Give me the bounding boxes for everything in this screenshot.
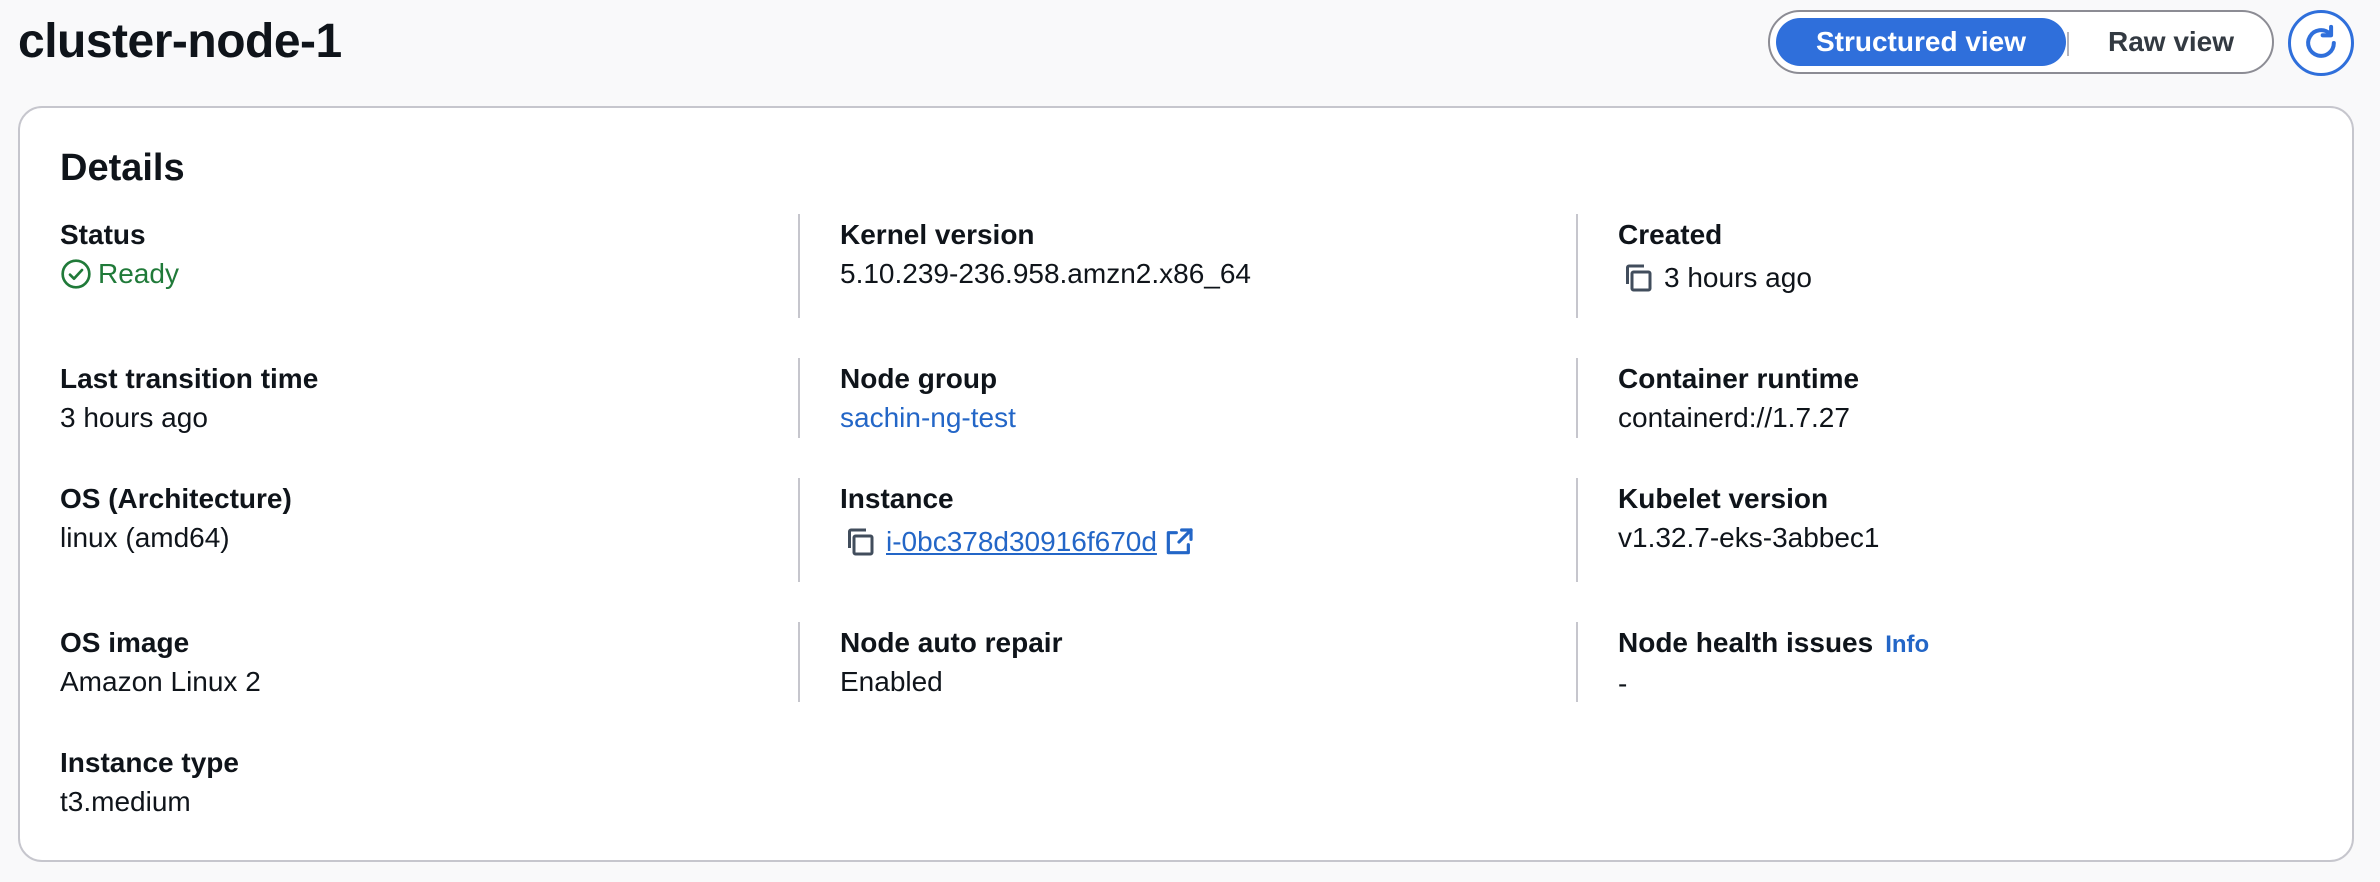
node-auto-repair-value: Enabled [840,666,943,697]
column-divider [798,622,800,702]
created-text: 3 hours ago [1664,262,1812,293]
os-image-field: OS image Amazon Linux 2 [60,624,261,702]
status-field: Status Ready [60,216,179,294]
node-auto-repair-field: Node auto repair Enabled [840,624,1062,702]
status-value: Ready [60,254,179,294]
instance-id-link[interactable]: i-0bc378d30916f670d [886,522,1157,562]
os-architecture-value: linux (amd64) [60,522,230,553]
column-divider [798,214,800,318]
copy-icon[interactable] [840,522,880,562]
page-title: cluster-node-1 [18,15,342,68]
node-health-issues-label: Node health issues Info [1618,624,1929,664]
kernel-version-label: Kernel version [840,219,1035,250]
last-transition-time-label: Last transition time [60,363,319,394]
node-health-issues-label-text: Node health issues [1618,627,1874,658]
created-field: Created 3 hours ago [1618,216,1812,298]
instance-label: Instance [840,483,954,514]
created-value: 3 hours ago [1618,258,1812,298]
kernel-version-value: 5.10.239-236.958.amzn2.x86_64 [840,258,1251,289]
toggle-divider [2067,32,2069,56]
instance-type-value: t3.medium [60,786,191,817]
raw-view-button[interactable]: Raw view [2076,18,2266,66]
page-header: cluster-node-1 Structured view Raw view [0,0,2380,96]
column-divider [1576,622,1578,702]
last-transition-time-field: Last transition time 3 hours ago [60,360,318,438]
column-divider [1576,214,1578,318]
node-health-issues-field: Node health issues Info - [1618,624,1929,704]
structured-view-button[interactable]: Structured view [1776,18,2066,66]
container-runtime-field: Container runtime containerd://1.7.27 [1618,360,1859,438]
os-image-label: OS image [60,627,190,658]
kubelet-version-value: v1.32.7-eks-3abbec1 [1618,522,1880,553]
status-label: Status [60,219,146,250]
status-text: Ready [98,258,179,289]
column-divider [798,358,800,438]
instance-value: i-0bc378d30916f670d [840,522,1195,562]
view-toggle: Structured view Raw view [1768,10,2274,74]
refresh-icon [2306,24,2336,58]
last-transition-time-value: 3 hours ago [60,402,208,433]
column-divider [1576,478,1578,582]
node-auto-repair-label: Node auto repair [840,627,1063,658]
kubelet-version-field: Kubelet version v1.32.7-eks-3abbec1 [1618,480,1880,558]
refresh-button[interactable] [2288,10,2354,76]
os-architecture-field: OS (Architecture) linux (amd64) [60,480,292,558]
details-title: Details [60,147,185,189]
os-architecture-label: OS (Architecture) [60,483,292,514]
instance-field: Instance i-0bc378d30916f670d [840,480,1195,562]
copy-icon[interactable] [1618,258,1658,298]
instance-type-field: Instance type t3.medium [60,744,239,822]
kubelet-version-label: Kubelet version [1618,483,1829,514]
check-circle-icon [61,259,91,289]
container-runtime-label: Container runtime [1618,363,1860,394]
column-divider [1576,358,1578,438]
details-panel: Details Status Ready Last transition tim… [18,106,2354,862]
external-link-icon[interactable] [1163,526,1195,558]
kernel-version-field: Kernel version 5.10.239-236.958.amzn2.x8… [840,216,1251,294]
container-runtime-value: containerd://1.7.27 [1618,402,1850,433]
instance-type-label: Instance type [60,747,239,778]
os-image-value: Amazon Linux 2 [60,666,261,697]
node-group-link[interactable]: sachin-ng-test [840,398,1016,438]
info-link[interactable]: Info [1885,631,1929,658]
column-divider [798,478,800,582]
node-health-issues-value: - [1618,668,1628,699]
node-group-field: Node group sachin-ng-test [840,360,1016,438]
node-group-label: Node group [840,363,998,394]
created-label: Created [1618,219,1723,250]
